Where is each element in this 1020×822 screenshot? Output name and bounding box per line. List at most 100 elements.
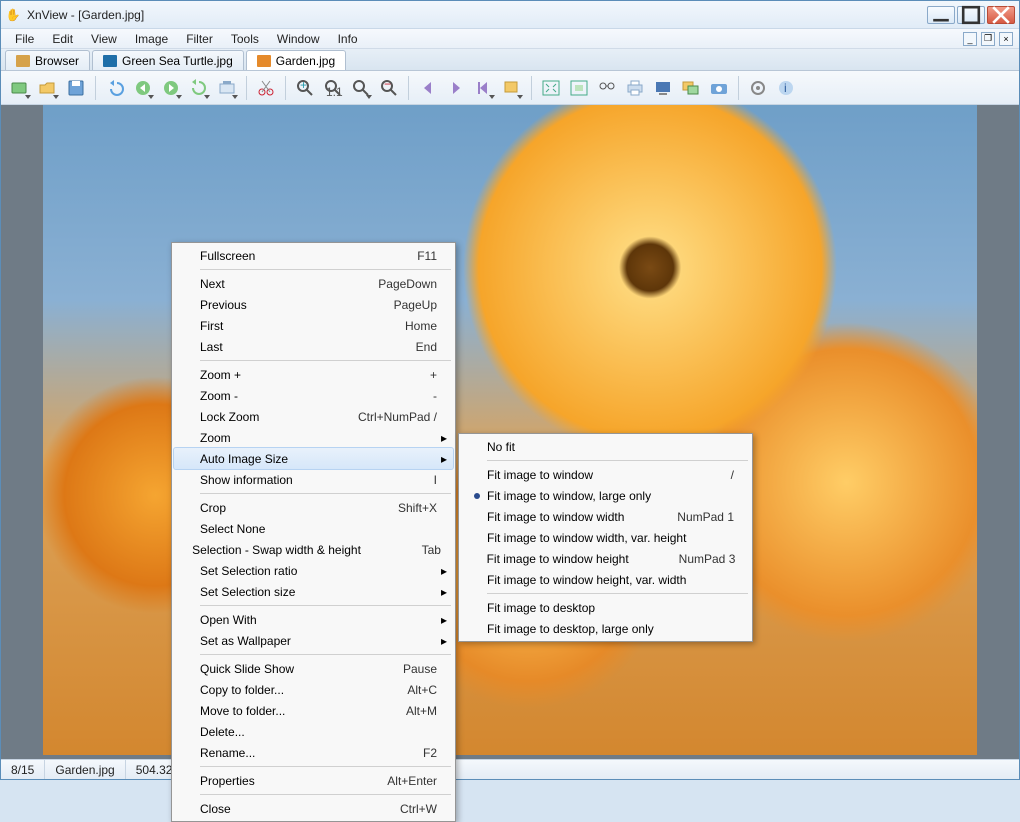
svg-text:i: i [784,81,787,95]
capture-button[interactable] [706,75,732,101]
acquire-button[interactable] [214,75,240,101]
menu-image[interactable]: Image [127,30,176,48]
fullscreen-button[interactable] [566,75,592,101]
menu-edit[interactable]: Edit [44,30,81,48]
rotate-left-button[interactable] [186,75,212,101]
menu-item[interactable]: PropertiesAlt+Enter [174,770,453,791]
tab-label: Garden.jpg [276,54,335,68]
save-button[interactable] [63,75,89,101]
menu-item-label: Auto Image Size [200,452,437,466]
menu-item-shortcut: PageDown [348,277,437,291]
menu-item[interactable]: Zoom -- [174,385,453,406]
slideshow-button[interactable] [650,75,676,101]
folder-icon [16,55,30,67]
menu-file[interactable]: File [7,30,42,48]
zoom-out-button[interactable]: − [376,75,402,101]
menu-item[interactable]: Show informationI [174,469,453,490]
batch-button[interactable] [678,75,704,101]
close-button[interactable] [987,6,1015,24]
settings-button[interactable] [745,75,771,101]
menu-item[interactable]: FullscreenF11 [174,245,453,266]
menu-tools[interactable]: Tools [223,30,267,48]
minimize-button[interactable] [927,6,955,24]
tab-browser[interactable]: Browser [5,50,90,70]
tab-turtle[interactable]: Green Sea Turtle.jpg [92,50,244,70]
menu-item-shortcut: Ctrl+NumPad / [328,410,437,424]
menu-item[interactable]: Copy to folder...Alt+C [174,679,453,700]
mdi-minimize-button[interactable]: _ [963,32,977,46]
nav-first-button[interactable] [471,75,497,101]
submenu-arrow-icon: ▸ [437,431,447,445]
menu-item-label: Fit image to window width, var. height [487,531,734,545]
image-icon [257,55,271,67]
menu-divider [200,269,451,270]
menu-item[interactable]: Rename...F2 [174,742,453,763]
menu-item[interactable]: Zoom ++ [174,364,453,385]
menu-item[interactable]: Fit image to window/ [461,464,750,485]
title-bar: ✋ XnView - [Garden.jpg] [1,1,1019,29]
menu-item-shortcut: Ctrl+W [370,802,437,816]
menu-filter[interactable]: Filter [178,30,221,48]
menu-item[interactable]: CropShift+X [174,497,453,518]
zoom-button[interactable] [348,75,374,101]
menu-divider [487,593,748,594]
menu-view[interactable]: View [83,30,125,48]
maximize-button[interactable] [957,6,985,24]
menu-item[interactable]: PreviousPageUp [174,294,453,315]
menu-item[interactable]: Quick Slide ShowPause [174,658,453,679]
menu-item[interactable]: Move to folder...Alt+M [174,700,453,721]
prev-file-button[interactable] [130,75,156,101]
menu-window[interactable]: Window [269,30,328,48]
menu-divider [487,460,748,461]
next-file-button[interactable] [158,75,184,101]
menu-item[interactable]: Fit image to window height, var. width [461,569,750,590]
menu-item[interactable]: NextPageDown [174,273,453,294]
menu-item[interactable]: Auto Image Size▸ [174,448,453,469]
menu-item[interactable]: Fit image to window width, var. height [461,527,750,548]
menu-item-label: Fit image to window height, var. width [487,573,734,587]
menu-item-shortcut: Pause [373,662,437,676]
menu-item[interactable]: Lock ZoomCtrl+NumPad / [174,406,453,427]
find-button[interactable] [594,75,620,101]
fit-window-button[interactable] [538,75,564,101]
menu-item[interactable]: FirstHome [174,315,453,336]
menu-item[interactable]: Fit image to desktop, large only [461,618,750,639]
mdi-close-button[interactable]: × [999,32,1013,46]
open-button[interactable] [35,75,61,101]
menu-item[interactable]: Zoom▸ [174,427,453,448]
menu-item-shortcut: Home [375,319,437,333]
mdi-restore-button[interactable]: ❐ [981,32,995,46]
print-button[interactable] [622,75,648,101]
menu-item[interactable]: Select None [174,518,453,539]
image-viewport[interactable]: FullscreenF11NextPageDownPreviousPageUpF… [1,105,1019,759]
nav-next-button[interactable] [443,75,469,101]
menu-item-label: Show information [200,473,377,487]
menu-item[interactable]: Fit image to desktop [461,597,750,618]
cut-button[interactable] [253,75,279,101]
tab-garden[interactable]: Garden.jpg [246,50,346,70]
menu-item[interactable]: Set Selection size▸ [174,581,453,602]
menu-item[interactable]: Open With▸ [174,609,453,630]
menu-item[interactable]: Delete... [174,721,453,742]
menu-item[interactable]: Set as Wallpaper▸ [174,630,453,651]
menu-item-label: Selection - Swap width & height [192,543,381,557]
undo-button[interactable] [102,75,128,101]
menu-item[interactable]: CloseCtrl+W [174,798,453,819]
menu-item[interactable]: No fit [461,436,750,457]
nav-prev-button[interactable] [415,75,441,101]
menu-item[interactable]: Set Selection ratio▸ [174,560,453,581]
menu-info[interactable]: Info [330,30,366,48]
nav-last-button[interactable] [499,75,525,101]
menu-item[interactable]: LastEnd [174,336,453,357]
menu-item-shortcut: - [377,389,437,403]
submenu-arrow-icon: ▸ [437,634,447,648]
browser-button[interactable] [7,75,33,101]
zoom-in-button[interactable]: + [292,75,318,101]
menu-item[interactable]: Fit image to window, large only [461,485,750,506]
menu-item[interactable]: Fit image to window heightNumPad 3 [461,548,750,569]
menu-item[interactable]: Selection - Swap width & heightTab [174,539,453,560]
menu-item[interactable]: Fit image to window widthNumPad 1 [461,506,750,527]
zoom-100-button[interactable]: 1:1 [320,75,346,101]
menu-item-label: Last [200,340,377,354]
info-button[interactable]: i [773,75,799,101]
